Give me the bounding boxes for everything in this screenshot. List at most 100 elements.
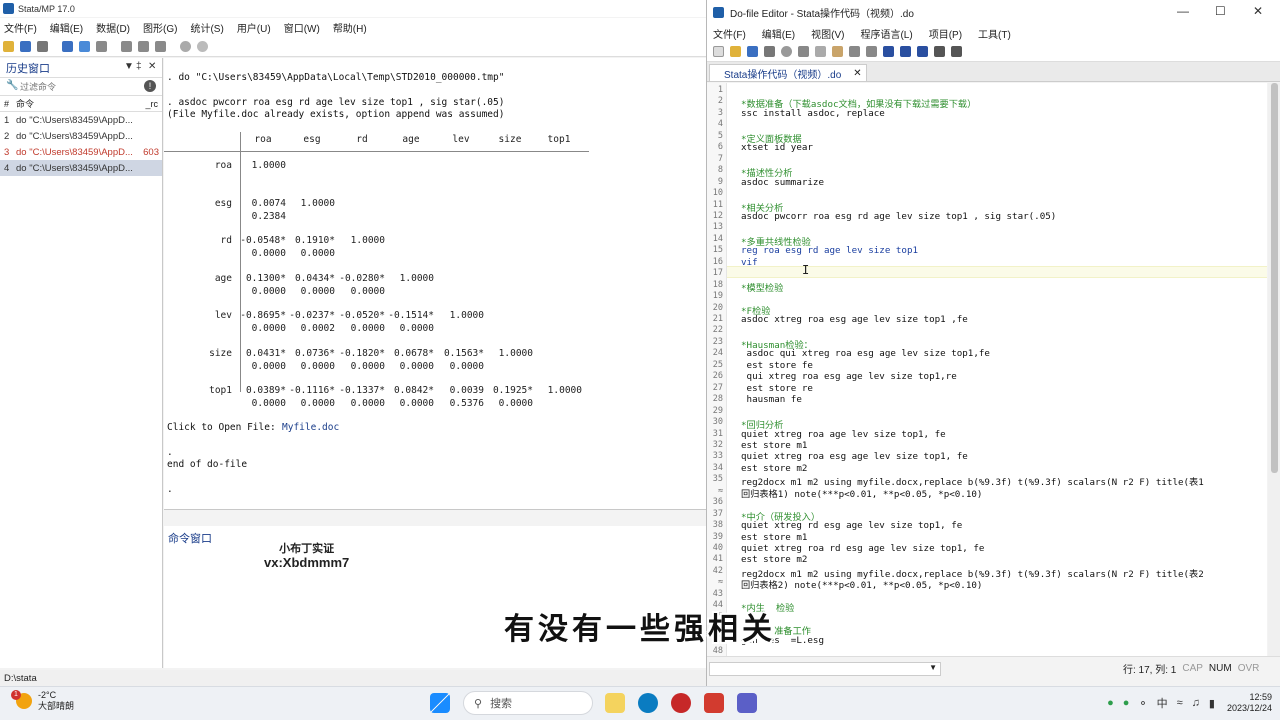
weather-widget[interactable]: 1 -2°C 大部晴朗 xyxy=(11,690,74,712)
menu-item[interactable]: 程序语言(L) xyxy=(860,26,912,41)
line-number: ≈ xyxy=(717,485,723,496)
print-icon[interactable] xyxy=(37,41,48,52)
scrollbar-thumb[interactable] xyxy=(1271,83,1278,473)
viewer-icon[interactable] xyxy=(79,41,90,52)
save-icon[interactable] xyxy=(20,41,31,52)
print-icon[interactable] xyxy=(764,46,775,57)
status-dropdown[interactable]: ▼ xyxy=(709,661,941,676)
dofile-tab[interactable]: Stata操作代码（视频）.do ✕ xyxy=(709,64,867,81)
menu-item[interactable]: 用户(U) xyxy=(237,20,271,35)
menu-item[interactable]: 工具(T) xyxy=(978,26,1011,41)
microphone-icon[interactable]: ⚬ xyxy=(1138,697,1147,710)
menu-item[interactable]: 文件(F) xyxy=(4,20,37,35)
vertical-scrollbar[interactable] xyxy=(1268,83,1280,656)
table-cell: 1.0000 xyxy=(300,198,335,209)
history-row-num: 1 xyxy=(4,114,10,126)
history-row[interactable]: 3 do "C:\Users\83459\AppD... 603 xyxy=(0,144,162,160)
code-editor[interactable]: 1 2 3 4 5 6 7 8 9 10 11 12 13 14 15 16 17 18 19 20 21 22 23 24 2… xyxy=(707,83,1267,656)
menu-item[interactable]: 图形(G) xyxy=(143,20,177,35)
table-column-header: age xyxy=(402,134,420,145)
history-col-command[interactable]: 命令 xyxy=(16,97,34,110)
break-icon[interactable] xyxy=(197,41,208,52)
ime-indicator[interactable]: 中 xyxy=(1157,695,1168,711)
open-file-link[interactable]: Myfile.doc xyxy=(282,422,339,433)
undo-icon[interactable] xyxy=(849,46,860,57)
table-cell: -0.8695* xyxy=(240,310,286,321)
history-filter-input[interactable] xyxy=(20,81,130,92)
watermark-line: vx:Xbdmmm7 xyxy=(264,555,350,570)
start-icon[interactable] xyxy=(430,693,450,713)
menu-item[interactable]: 统计(S) xyxy=(190,20,223,35)
minimize-icon[interactable]: — xyxy=(1177,4,1189,18)
menu-item[interactable]: 帮助(H) xyxy=(333,20,367,35)
wps-icon[interactable] xyxy=(704,693,724,713)
redo-icon[interactable] xyxy=(866,46,877,57)
find-icon[interactable] xyxy=(781,46,792,57)
line-number: ≈ xyxy=(717,577,723,588)
table-cell: 0.0000 xyxy=(251,397,286,409)
history-row[interactable]: 1 do "C:\Users\83459\AppD... xyxy=(0,112,162,128)
stata-taskbar-icon[interactable] xyxy=(737,693,757,713)
wifi-icon[interactable]: ≈ xyxy=(1177,697,1183,709)
edge-icon[interactable] xyxy=(638,693,658,713)
pin-icon[interactable]: ‡ xyxy=(136,61,142,72)
dofile-editor-icon[interactable] xyxy=(121,41,132,52)
info-icon[interactable]: ! xyxy=(144,80,156,92)
history-header: 历史窗口 ▼ ‡ ✕ xyxy=(0,58,162,78)
open-icon[interactable] xyxy=(730,46,741,57)
menu-item[interactable]: 窗口(W) xyxy=(284,20,320,35)
table-cell: -0.1514* xyxy=(388,310,434,321)
results-panel[interactable]: . do "C:\Users\83459\AppData\Local\Temp\… xyxy=(164,58,706,510)
menu-item[interactable]: 文件(F) xyxy=(713,26,746,41)
close-icon[interactable]: ✕ xyxy=(1253,4,1263,18)
close-tab-icon[interactable]: ✕ xyxy=(853,68,861,79)
taskbar-search[interactable]: ⚲ 搜索 xyxy=(463,691,593,715)
menu-item[interactable]: 数据(D) xyxy=(96,20,130,35)
menu-item[interactable]: 编辑(E) xyxy=(50,20,83,35)
wrench-icon[interactable]: 🔧 xyxy=(6,80,18,91)
open-icon[interactable] xyxy=(3,41,14,52)
history-row[interactable]: 4 do "C:\Users\83459\AppD... xyxy=(0,160,162,176)
paste-icon[interactable] xyxy=(832,46,843,57)
app-icon[interactable] xyxy=(671,693,691,713)
log-icon[interactable] xyxy=(62,41,73,52)
bookmark-icon[interactable] xyxy=(883,46,894,57)
menu-item[interactable]: 视图(V) xyxy=(811,26,844,41)
battery-icon[interactable]: ▮ xyxy=(1209,697,1215,710)
system-tray: ● ● ⚬ 中 ≈ ♫ ▮ 12:59 2023/12/24 xyxy=(1098,692,1272,714)
file-explorer-icon[interactable] xyxy=(605,693,625,713)
copy-icon[interactable] xyxy=(815,46,826,57)
show-icon[interactable] xyxy=(934,46,945,57)
prev-bookmark-icon[interactable] xyxy=(900,46,911,57)
next-bookmark-icon[interactable] xyxy=(917,46,928,57)
code-line: asdoc pwcorr roa esg rd age lev size top… xyxy=(741,210,1057,222)
data-editor-icon[interactable] xyxy=(138,41,149,52)
cut-icon[interactable] xyxy=(798,46,809,57)
new-icon[interactable] xyxy=(713,46,724,57)
notification-badge: 1 xyxy=(11,690,21,700)
results-line: end of do-file xyxy=(167,459,248,470)
maximize-icon[interactable]: ☐ xyxy=(1215,4,1226,18)
table-column-header: roa xyxy=(254,134,272,145)
data-browser-icon[interactable] xyxy=(155,41,166,52)
line-number: 32 xyxy=(712,439,723,450)
graph-icon[interactable] xyxy=(96,41,107,52)
menu-item[interactable]: 项目(P) xyxy=(929,26,962,41)
filter-toggle-icon[interactable]: ▼ xyxy=(124,61,134,72)
history-row[interactable]: 2 do "C:\Users\83459\AppD... xyxy=(0,128,162,144)
line-number: 24 xyxy=(712,348,723,359)
table-cell: 0.1910* xyxy=(294,235,335,246)
line-number: 33 xyxy=(712,451,723,462)
close-icon[interactable]: ✕ xyxy=(148,61,156,72)
table-cell: 0.0000 xyxy=(399,397,434,409)
more-icon[interactable] xyxy=(180,41,191,52)
tray-app-icon[interactable]: ● xyxy=(1123,697,1130,709)
taskbar-clock[interactable]: 12:59 2023/12/24 xyxy=(1227,692,1272,714)
execute-icon[interactable] xyxy=(951,46,962,57)
wechat-icon[interactable]: ● xyxy=(1107,697,1114,709)
code-line: *模型检验 xyxy=(741,282,784,294)
history-col-rc[interactable]: _rc xyxy=(145,99,158,109)
save-icon[interactable] xyxy=(747,46,758,57)
menu-item[interactable]: 编辑(E) xyxy=(762,26,795,41)
volume-icon[interactable]: ♫ xyxy=(1192,697,1200,709)
